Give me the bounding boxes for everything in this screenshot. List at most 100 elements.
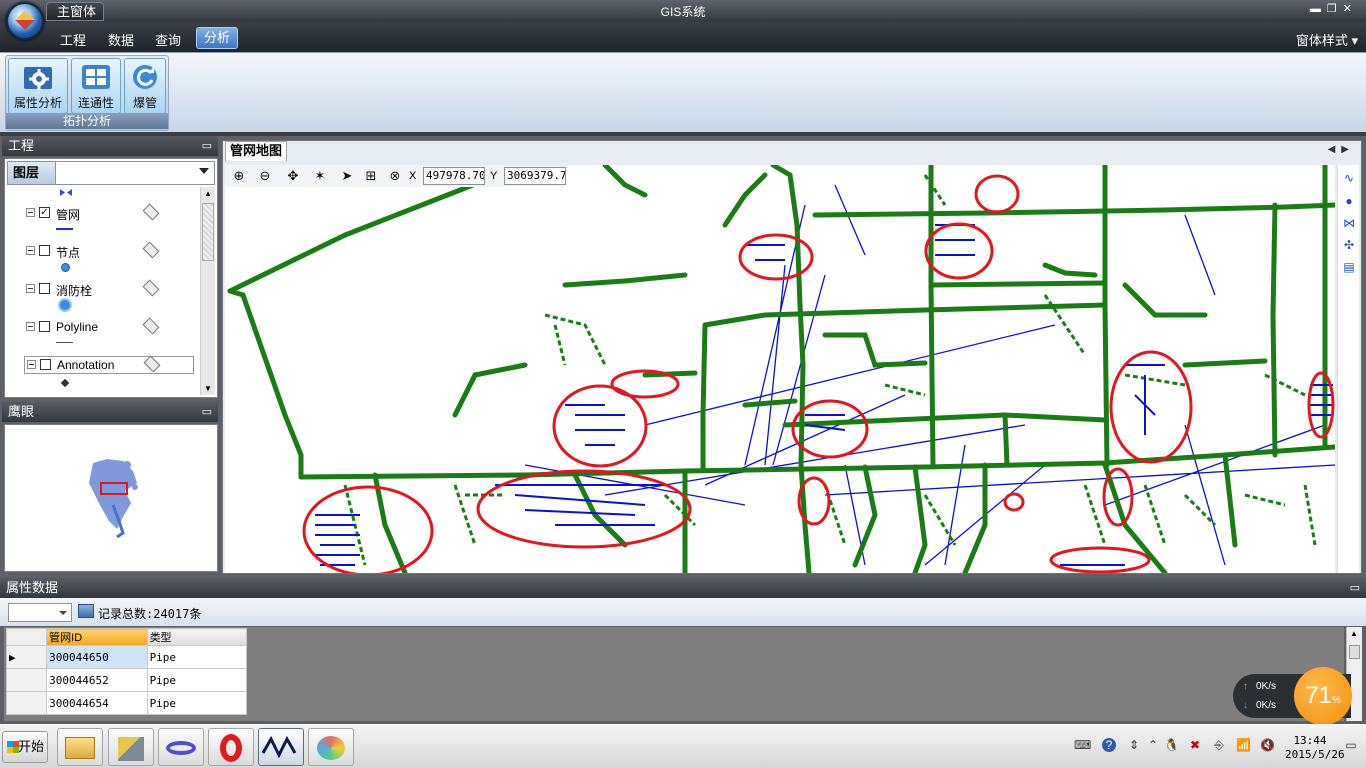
collapse-icon[interactable]	[26, 208, 35, 217]
pipe-burst-button[interactable]: 爆管	[124, 58, 166, 114]
connectivity-button[interactable]: 连通性	[71, 58, 121, 114]
pin-icon[interactable]: ▭	[196, 136, 212, 156]
scroll-down-icon[interactable]: ▼	[204, 384, 212, 393]
window-style-menu[interactable]: 窗体样式 ▾	[1296, 30, 1358, 49]
map-tab-nav[interactable]: ◀▶	[1328, 144, 1355, 155]
coord-x-field[interactable]: 497978.706	[423, 167, 485, 185]
taskbar-paint[interactable]	[308, 728, 354, 766]
layer-checkbox[interactable]: ✓	[39, 207, 50, 218]
scroll-thumb[interactable]	[202, 203, 214, 261]
download-speed: 0K/s	[1256, 700, 1277, 711]
layer-item-annotation[interactable]: Annotation	[24, 355, 194, 374]
coord-y-field[interactable]: 3069379.76	[504, 167, 566, 185]
chevron-right-icon[interactable]: ▶	[1341, 144, 1355, 155]
memory-percent: 71	[1305, 682, 1332, 709]
chevron-left-icon[interactable]: ◀	[1328, 144, 1342, 155]
show-desktop-icon[interactable]: ▭	[1344, 738, 1358, 752]
column-header[interactable]: 类型	[146, 628, 248, 646]
windows-logo-icon	[7, 741, 19, 753]
map-canvas[interactable]	[225, 162, 1338, 577]
table-cell[interactable]: 300044652	[46, 668, 148, 692]
clear-selection-icon[interactable]: ⊗	[387, 168, 403, 184]
app-orb-button[interactable]	[6, 2, 44, 40]
taskbar-explorer[interactable]	[57, 728, 103, 766]
main-window-tab[interactable]: 主窗体	[46, 2, 104, 21]
point-tool-icon[interactable]: ●	[1341, 194, 1357, 210]
menu-analysis[interactable]: 分析	[196, 27, 238, 49]
system-clock[interactable]: 13:44 2015/5/26	[1285, 734, 1345, 762]
collapse-icon[interactable]	[27, 360, 36, 369]
table-cell[interactable]: Pipe	[146, 645, 248, 669]
legend-circle	[61, 263, 70, 272]
taskbar-tools[interactable]	[108, 728, 154, 766]
volume-muted-icon[interactable]: 🔇	[1260, 738, 1275, 752]
full-extent-icon[interactable]: ⊞	[363, 168, 379, 184]
overview-thumbnail	[89, 459, 138, 539]
start-button[interactable]: 开始	[2, 731, 48, 763]
restore-icon[interactable]: ❐	[1327, 3, 1343, 15]
chevron-down-icon[interactable]	[199, 168, 209, 174]
minimize-icon[interactable]: ▬	[1310, 3, 1327, 15]
menu-query[interactable]: 查询	[155, 30, 181, 49]
network-tool-icon[interactable]: ⋈	[1341, 216, 1357, 232]
current-row-icon[interactable]: ▶	[5, 645, 48, 669]
zoom-in-icon[interactable]: ⊕	[231, 168, 247, 184]
tag-icon	[142, 241, 160, 259]
pipe-network-map[interactable]	[225, 162, 1338, 577]
table-cell[interactable]: Pipe	[146, 668, 248, 692]
scroll-thumb[interactable]	[1349, 645, 1360, 659]
taskbar-opera[interactable]	[208, 728, 254, 766]
layer-checkbox[interactable]	[39, 321, 50, 332]
show-hidden-icon[interactable]: ⌃	[1146, 738, 1160, 752]
table-row[interactable]: ▶ 300044650 Pipe	[5, 645, 248, 669]
keyboard-icon[interactable]: ⌨	[1074, 738, 1091, 752]
magic-wand-icon[interactable]: ✶	[312, 168, 328, 184]
table-cell[interactable]: Pipe	[146, 691, 248, 715]
pin-icon[interactable]: ▭	[196, 402, 212, 422]
signal-icon[interactable]: 📶	[1236, 738, 1251, 752]
table-row[interactable]: 300044654 Pipe	[5, 691, 248, 715]
tab-pipe-map[interactable]: 管网地图	[225, 141, 287, 161]
usb-icon[interactable]: ⎆	[1212, 738, 1226, 752]
collapse-icon[interactable]	[26, 246, 35, 255]
qq-icon[interactable]: 🐧	[1164, 738, 1179, 752]
column-header[interactable]: 管网ID	[46, 628, 148, 646]
attribute-toolbar: 记录总数:24017条	[0, 598, 1366, 626]
zoom-out-icon[interactable]: ⊖	[257, 168, 273, 184]
help-icon[interactable]: ?	[1102, 738, 1116, 752]
row-header[interactable]	[5, 691, 48, 715]
layer-select[interactable]	[8, 603, 72, 622]
select-pointer-icon[interactable]: ➤	[339, 168, 355, 184]
taskbar-gis-app[interactable]	[258, 728, 304, 766]
attribute-table: 管网ID 类型 ▶ 300044650 Pipe 300044652 Pipe 3000…	[5, 628, 248, 715]
scroll-up-icon[interactable]: ▲	[204, 189, 212, 198]
layers-combo[interactable]: 图层	[7, 161, 215, 185]
table-row[interactable]: 300044652 Pipe	[5, 668, 248, 692]
row-header[interactable]	[5, 668, 48, 692]
overview-map[interactable]	[4, 424, 218, 572]
close-icon[interactable]: ✕	[1343, 3, 1358, 15]
menu-project[interactable]: 工程	[60, 30, 86, 49]
pan-icon[interactable]: ✥	[285, 168, 301, 184]
collapse-icon[interactable]	[26, 322, 35, 331]
taskbar-vs[interactable]	[158, 728, 204, 766]
hydrant-tool-icon[interactable]: ✣	[1341, 238, 1357, 254]
memory-usage-badge[interactable]: 71%	[1294, 667, 1352, 725]
line-tool-icon[interactable]: ∿	[1341, 171, 1357, 187]
menu-data[interactable]: 数据	[108, 30, 134, 49]
attribute-analysis-button[interactable]: 属性分析	[8, 58, 68, 114]
collapse-icon[interactable]	[26, 284, 35, 293]
window-controls[interactable]: ▬❐✕	[1310, 2, 1358, 15]
layer-checkbox[interactable]	[39, 283, 50, 294]
chevron-icon[interactable]: ⇕	[1127, 738, 1141, 752]
antivirus-icon[interactable]: ✖	[1188, 738, 1202, 752]
table-cell[interactable]: 300044650	[46, 645, 148, 669]
annotation-tool-icon[interactable]: ▤	[1341, 260, 1357, 276]
layer-checkbox[interactable]	[39, 245, 50, 256]
pin-icon[interactable]: ▭	[1344, 578, 1360, 598]
scroll-up-icon[interactable]: ▲	[1350, 629, 1358, 638]
layers-scrollbar[interactable]: ▲ ▼	[200, 187, 215, 395]
refresh-icon	[133, 65, 157, 89]
table-cell[interactable]: 300044654	[46, 691, 148, 715]
layer-checkbox[interactable]	[40, 359, 51, 370]
